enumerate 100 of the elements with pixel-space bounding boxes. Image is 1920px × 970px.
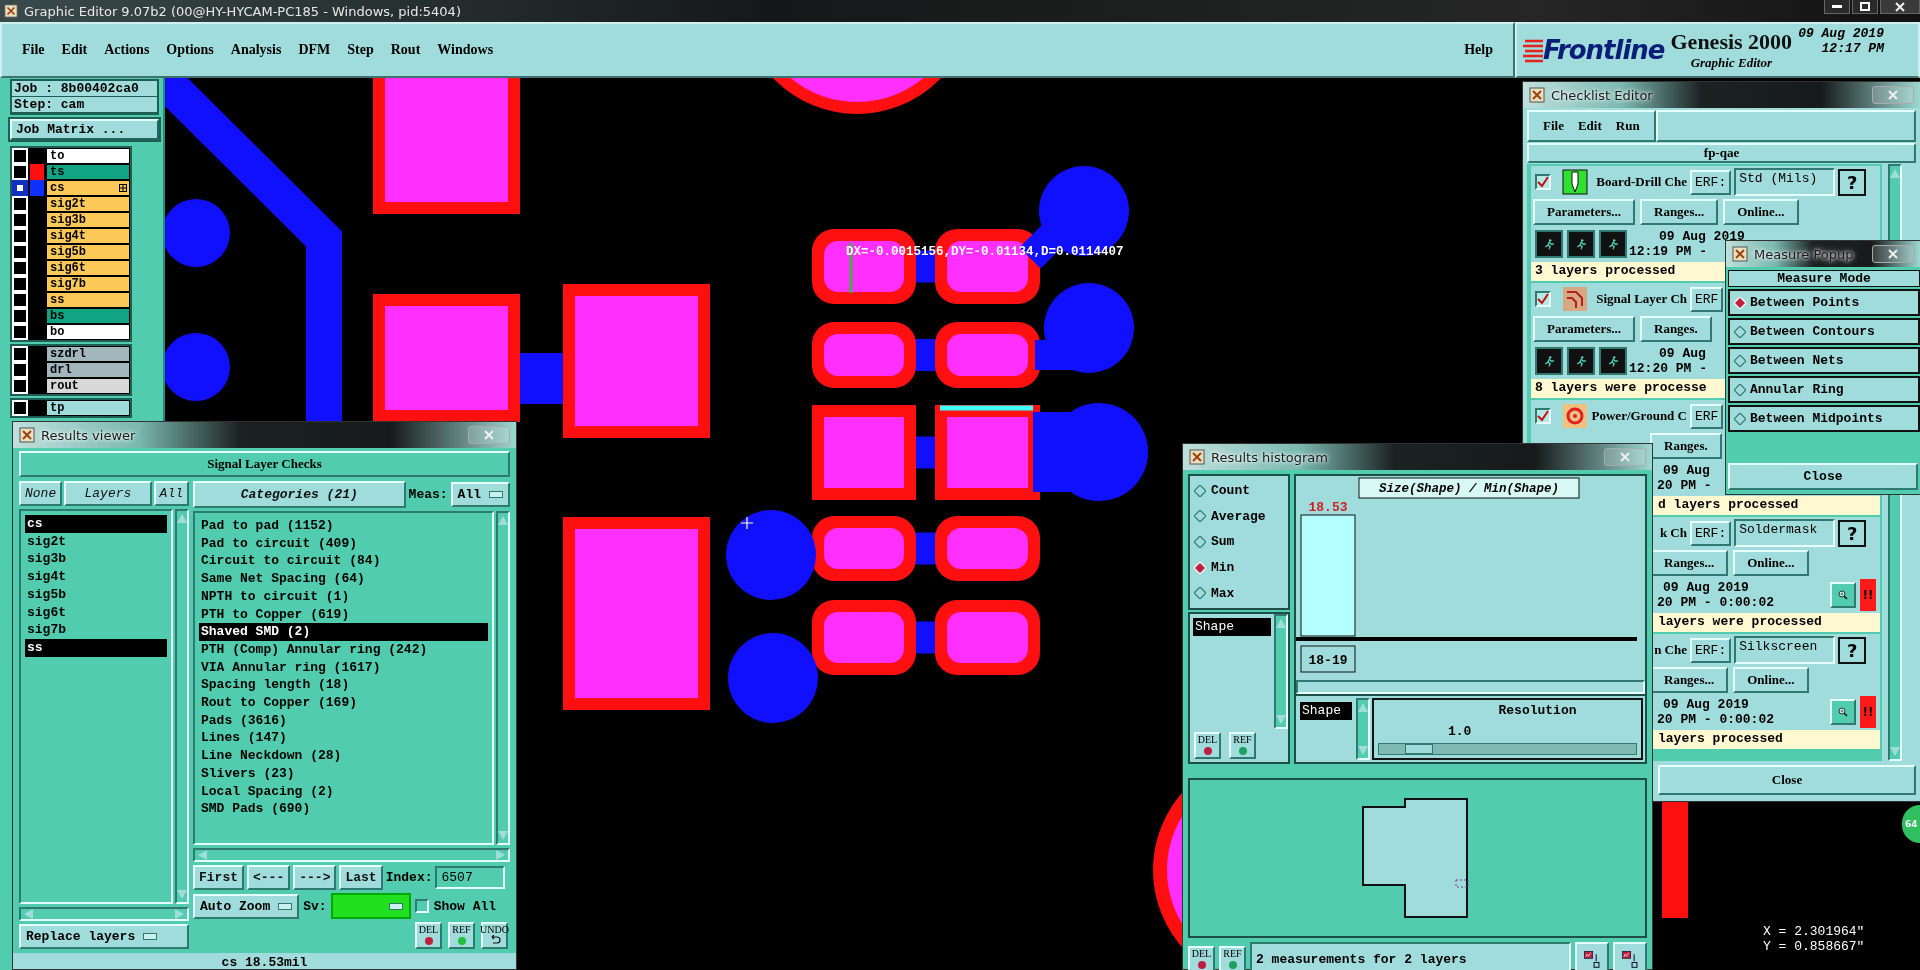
- layer-name[interactable]: sig2t: [46, 196, 130, 212]
- check-action-button[interactable]: Online...: [1733, 550, 1809, 576]
- menu-item[interactable]: Actions: [104, 42, 150, 58]
- list-item[interactable]: cs: [25, 515, 167, 533]
- index-field[interactable]: 6507: [435, 866, 506, 889]
- list-item[interactable]: Line Neckdown (28): [199, 747, 488, 765]
- list-item[interactable]: Shaved SMD (2): [199, 623, 488, 641]
- list-item[interactable]: Lines (147): [199, 729, 488, 748]
- close-button[interactable]: [1880, 0, 1920, 14]
- check-action-button[interactable]: Parameters...: [1533, 316, 1635, 342]
- layer-name[interactable]: szdrl: [46, 346, 130, 362]
- tool-button[interactable]: DEL: [1194, 732, 1221, 759]
- help-button[interactable]: ?: [1838, 636, 1867, 664]
- list-item[interactable]: SMD Pads (690): [199, 800, 488, 818]
- list-item[interactable]: VIA Annular ring (1617): [199, 658, 488, 677]
- scrollbar[interactable]: [1274, 614, 1288, 729]
- checkbox[interactable]: [1535, 291, 1551, 307]
- layer-name[interactable]: sig5b: [46, 244, 130, 260]
- run-button[interactable]: [1535, 230, 1563, 258]
- meas-dropdown[interactable]: All: [450, 482, 510, 507]
- mode-option[interactable]: Annular Ring: [1728, 376, 1920, 403]
- alert-button[interactable]: !!: [1860, 579, 1876, 611]
- erf-button[interactable]: ERF:: [1690, 520, 1732, 546]
- menu-item[interactable]: Run: [1615, 118, 1640, 134]
- erf-button[interactable]: ERF: [1690, 286, 1724, 312]
- replace-mode-dropdown[interactable]: Replace layers: [19, 924, 189, 949]
- list-item[interactable]: Slivers (23): [199, 764, 488, 783]
- close-button[interactable]: Close: [1728, 463, 1918, 490]
- erf-field[interactable]: Soldermask: [1734, 519, 1836, 547]
- mode-option[interactable]: Between Nets: [1728, 347, 1920, 374]
- run-button[interactable]: [1567, 230, 1595, 258]
- erf-button[interactable]: ERF:: [1690, 637, 1732, 663]
- mode-option[interactable]: Between Points: [1728, 289, 1920, 316]
- menu-item[interactable]: Help: [1464, 42, 1493, 58]
- list-item[interactable]: sig7b: [25, 621, 167, 639]
- check-action-button[interactable]: Ranges...: [1640, 199, 1719, 225]
- minimize-button[interactable]: [1824, 0, 1850, 14]
- tool-button[interactable]: REF: [1219, 945, 1246, 970]
- navigation-button[interactable]: First: [193, 865, 244, 890]
- tool-button[interactable]: REF: [448, 922, 475, 949]
- menu-item[interactable]: Edit: [1577, 118, 1602, 134]
- list-item[interactable]: Shape: [1193, 618, 1271, 636]
- layer-name[interactable]: drl: [46, 362, 130, 378]
- run-button[interactable]: [1535, 347, 1563, 375]
- layer-name[interactable]: sig4t: [46, 228, 130, 244]
- list-item[interactable]: ss: [25, 638, 167, 657]
- menu-item[interactable]: Rout: [390, 42, 421, 58]
- close-button[interactable]: Close: [1658, 765, 1916, 795]
- tool-button[interactable]: UNDO: [481, 922, 508, 949]
- list-item[interactable]: Rout to Copper (169): [199, 694, 488, 712]
- run-button[interactable]: [1599, 347, 1627, 375]
- erf-field[interactable]: Silkscreen: [1734, 636, 1836, 664]
- navigation-button[interactable]: --->: [293, 865, 337, 890]
- layer-filter-button[interactable]: All: [153, 481, 189, 506]
- scrollbar[interactable]: [496, 511, 510, 845]
- tool-button[interactable]: REF: [1229, 732, 1256, 759]
- color-dropdown[interactable]: [330, 893, 411, 919]
- run-button[interactable]: [1599, 230, 1627, 258]
- layer-checkbox[interactable]: [12, 180, 28, 196]
- scrollbar[interactable]: [1296, 680, 1645, 694]
- layer-name[interactable]: to: [46, 148, 130, 164]
- list-item[interactable]: Pad to pad (1152): [199, 517, 488, 535]
- mode-option[interactable]: Max: [1194, 585, 1284, 601]
- list-item[interactable]: Same Net Spacing (64): [199, 570, 488, 588]
- list-item[interactable]: NPTH to circuit (1): [199, 587, 488, 606]
- list-item[interactable]: sig4t: [25, 568, 167, 586]
- slider-thumb[interactable]: [1404, 744, 1433, 754]
- mode-option[interactable]: Min: [1194, 560, 1284, 576]
- mode-option[interactable]: Average: [1194, 508, 1284, 524]
- list-item[interactable]: Pads (3616): [199, 711, 488, 730]
- resolution-slider[interactable]: [1378, 743, 1637, 755]
- zoom-button[interactable]: [1830, 699, 1856, 725]
- checkbox[interactable]: [1535, 174, 1551, 190]
- run-button[interactable]: [1567, 347, 1595, 375]
- menu-item[interactable]: File: [1543, 118, 1564, 134]
- tool-button[interactable]: DEL: [415, 922, 442, 949]
- layer-name[interactable]: bs: [46, 308, 130, 324]
- layer-name[interactable]: bo: [46, 324, 130, 340]
- check-action-button[interactable]: Parameters...: [1533, 199, 1635, 225]
- list-item[interactable]: Pad to circuit (409): [199, 534, 488, 553]
- layer-filter-button[interactable]: None: [19, 481, 63, 506]
- layer-name[interactable]: rout: [46, 378, 130, 394]
- tool-button[interactable]: DEL: [1188, 945, 1215, 970]
- layer-name[interactable]: ts: [46, 164, 130, 180]
- maximize-button[interactable]: [1852, 0, 1878, 14]
- menu-item[interactable]: File: [22, 42, 45, 58]
- help-button[interactable]: ?: [1838, 168, 1867, 196]
- mode-option[interactable]: Between Midpoints: [1728, 405, 1920, 432]
- zoom-button[interactable]: [1830, 582, 1856, 608]
- navigation-button[interactable]: <---: [247, 865, 291, 890]
- list-item[interactable]: Local Spacing (2): [199, 782, 488, 801]
- layer-name[interactable]: cs: [46, 180, 130, 196]
- list-item[interactable]: sig6t: [25, 603, 167, 622]
- layer-name[interactable]: tp: [46, 400, 130, 416]
- layer-name[interactable]: sig7b: [46, 276, 130, 292]
- checkbox[interactable]: [1535, 408, 1551, 424]
- close-button[interactable]: [1872, 245, 1914, 263]
- histogram-import-button[interactable]: [1613, 942, 1647, 970]
- erf-button[interactable]: ERF: [1690, 403, 1724, 429]
- mode-option[interactable]: Count: [1194, 483, 1284, 499]
